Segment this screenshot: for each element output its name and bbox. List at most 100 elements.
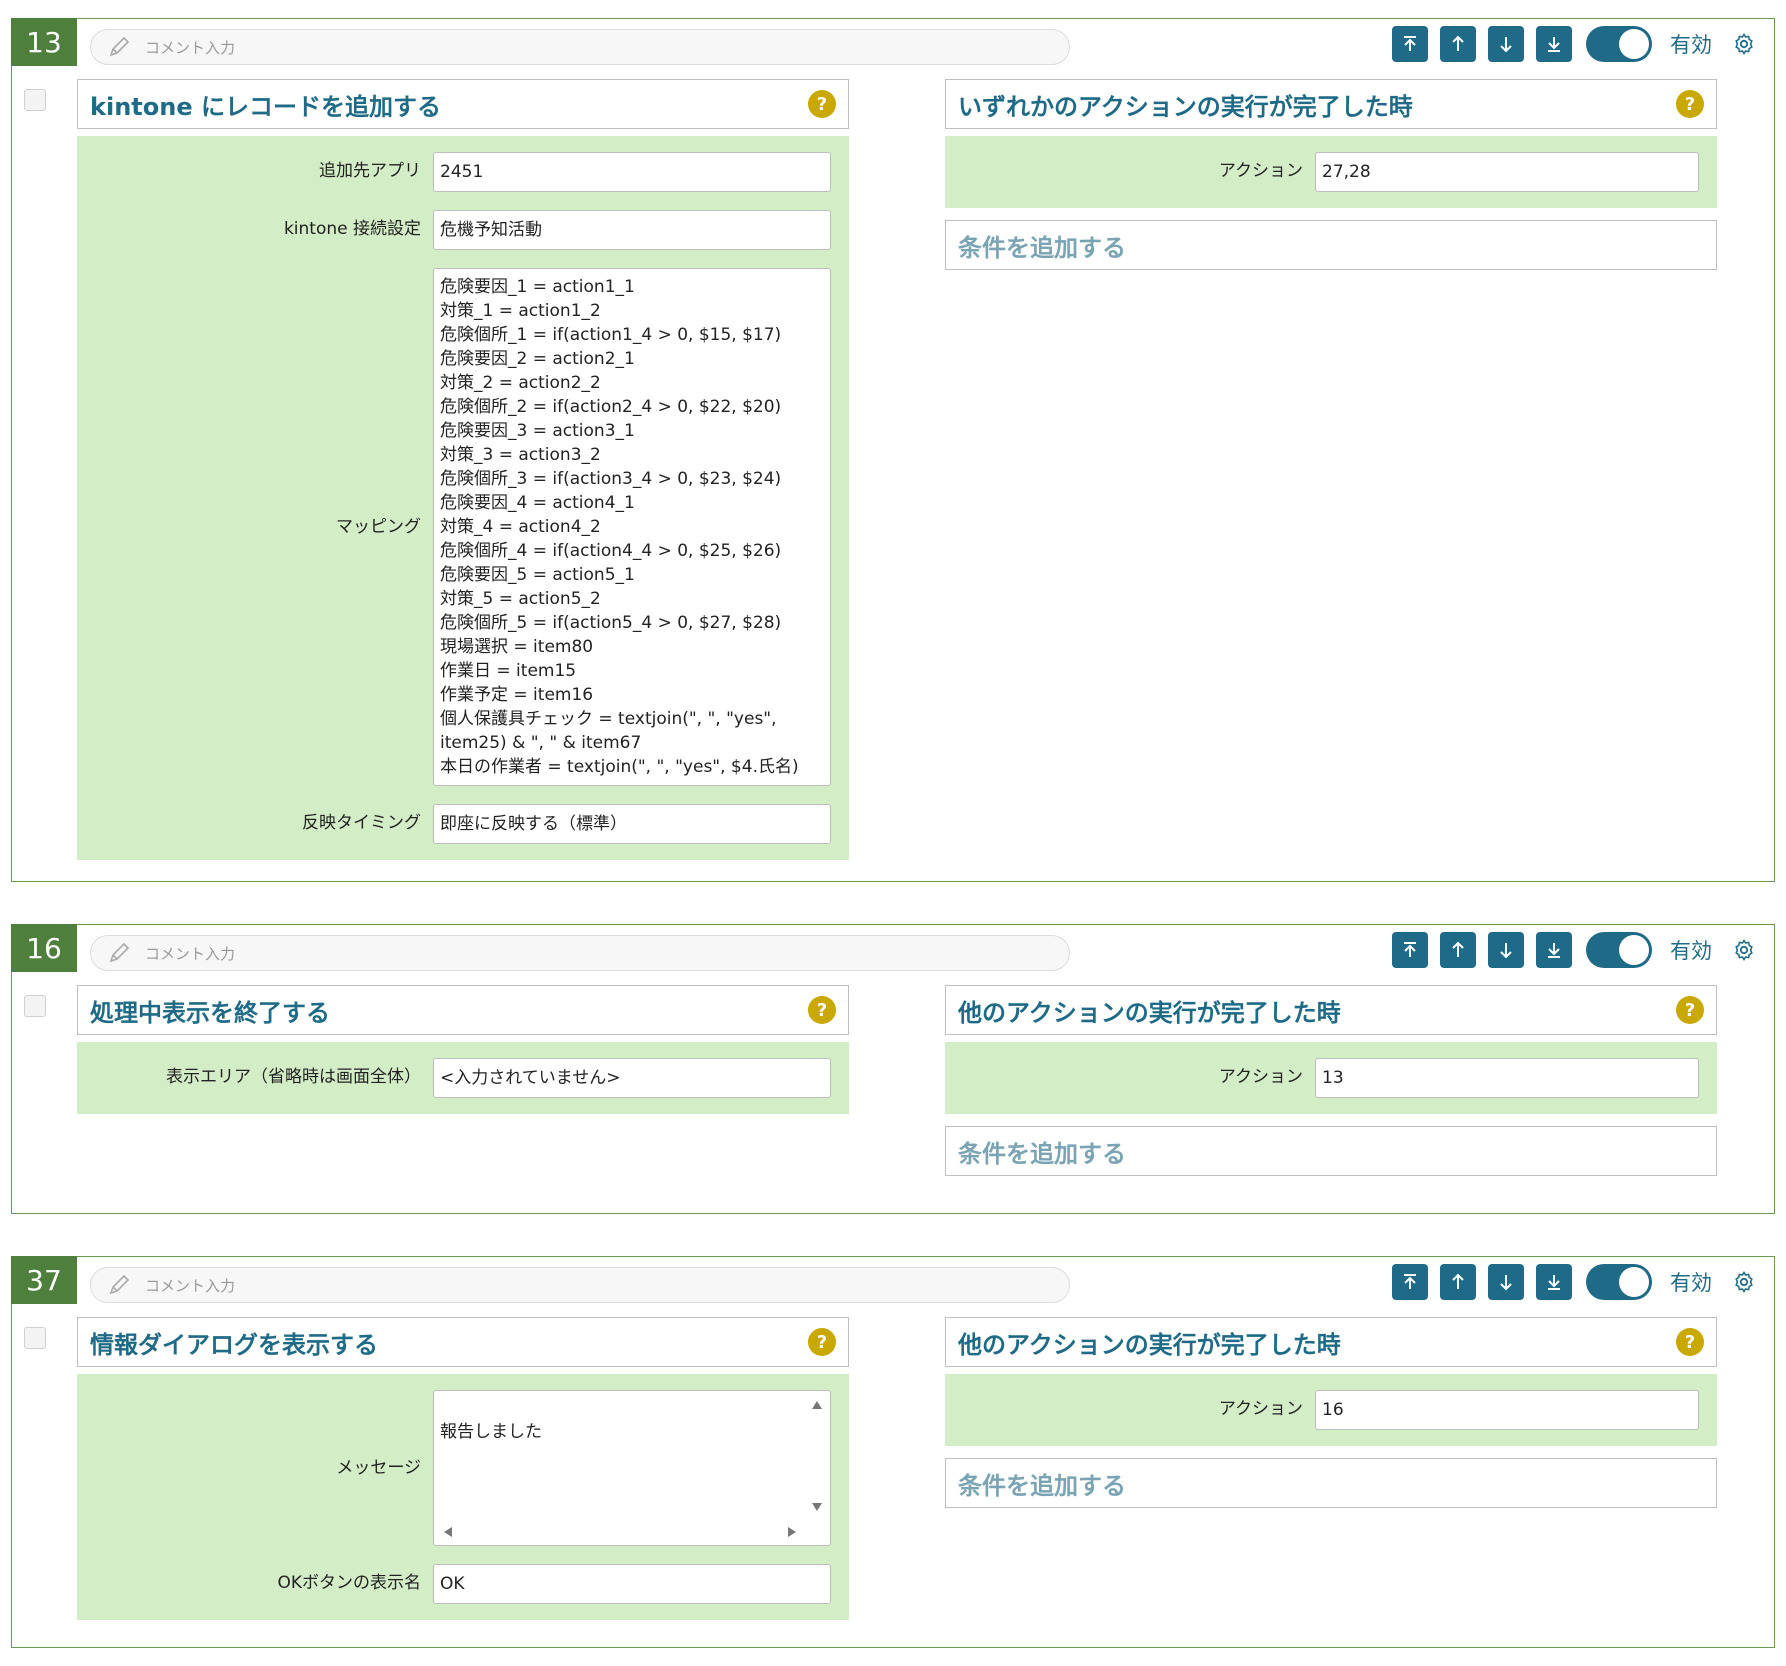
pencil-icon [109, 36, 130, 57]
action-header[interactable]: 情報ダイアログを表示する ? [77, 1317, 849, 1367]
add-condition-button[interactable]: 条件を追加する [945, 1458, 1717, 1508]
move-top-button[interactable] [1392, 26, 1428, 62]
enabled-toggle[interactable] [1586, 26, 1652, 62]
pencil-icon [109, 1274, 130, 1295]
field-row-message: メッセージ 報告しました [77, 1390, 831, 1546]
move-top-button[interactable] [1392, 932, 1428, 968]
arrow-top-icon [1404, 942, 1416, 957]
field-row-area: 表示エリア（省略時は画面全体） <入力されていません> [77, 1058, 831, 1098]
timing-select[interactable]: 即座に反映する（標準） [433, 804, 831, 844]
arrow-down-icon [1500, 943, 1512, 959]
trigger-header[interactable]: いずれかのアクションの実行が完了した時 ? [945, 79, 1717, 129]
field-label: 表示エリア（省略時は画面全体） [166, 1067, 421, 1087]
help-icon[interactable]: ? [808, 996, 836, 1024]
comment-placeholder: コメント入力 [145, 1276, 236, 1295]
arrow-up-icon [1452, 941, 1464, 957]
field-row-connection: kintone 接続設定 危機予知活動 [77, 210, 831, 250]
action-title: 処理中表示を終了する [90, 998, 330, 1027]
trigger-action-field[interactable]: 13 [1315, 1058, 1699, 1098]
help-icon[interactable]: ? [808, 1328, 836, 1356]
trigger-settings: アクション 27,28 [945, 136, 1717, 208]
move-up-button[interactable] [1440, 1264, 1476, 1300]
help-icon[interactable]: ? [1676, 1328, 1704, 1356]
field-label: OKボタンの表示名 [277, 1573, 421, 1593]
select-checkbox[interactable] [24, 1327, 46, 1349]
trigger-header[interactable]: 他のアクションの実行が完了した時 ? [945, 985, 1717, 1035]
move-bottom-button[interactable] [1536, 932, 1572, 968]
block-controls: 有効 [1392, 932, 1756, 968]
help-icon[interactable]: ? [808, 90, 836, 118]
trigger-panel: いずれかのアクションの実行が完了した時 ? アクション 27,28 条件を追加す… [945, 79, 1717, 270]
gear-icon[interactable] [1732, 938, 1756, 962]
move-top-button[interactable] [1392, 1264, 1428, 1300]
field-row-target-app: 追加先アプリ 2451 [77, 152, 831, 192]
trigger-action-field[interactable]: 27,28 [1315, 152, 1699, 192]
help-icon[interactable]: ? [1676, 90, 1704, 118]
trigger-header[interactable]: 他のアクションの実行が完了した時 ? [945, 1317, 1717, 1367]
field-row-mapping: マッピング 危険要因_1 = action1_1 対策_1 = action1_… [77, 268, 831, 786]
move-bottom-button[interactable] [1536, 26, 1572, 62]
action-panel: 情報ダイアログを表示する ? メッセージ 報告しました OKボタンの表示名 OK [77, 1317, 849, 1620]
display-area-field[interactable]: <入力されていません> [433, 1058, 831, 1098]
move-down-button[interactable] [1488, 26, 1524, 62]
trigger-action-field[interactable]: 16 [1315, 1390, 1699, 1430]
trigger-title: 他のアクションの実行が完了した時 [958, 998, 1341, 1027]
move-bottom-button[interactable] [1536, 1264, 1572, 1300]
enabled-toggle[interactable] [1586, 932, 1652, 968]
gear-icon[interactable] [1732, 1270, 1756, 1294]
comment-input[interactable]: コメント入力 [90, 935, 1070, 971]
enabled-label: 有効 [1670, 939, 1712, 963]
arrow-bottom-icon [1548, 37, 1560, 52]
mapping-textarea[interactable]: 危険要因_1 = action1_1 対策_1 = action1_2 危険個所… [433, 268, 831, 786]
scroll-right-arrow[interactable] [788, 1527, 796, 1537]
target-app-field[interactable]: 2451 [433, 152, 831, 192]
move-up-button[interactable] [1440, 26, 1476, 62]
action-title: 情報ダイアログを表示する [90, 1330, 378, 1359]
gear-icon[interactable] [1732, 32, 1756, 56]
scroll-left-arrow[interactable] [444, 1527, 452, 1537]
scroll-up-arrow[interactable] [812, 1401, 822, 1409]
add-condition-button[interactable]: 条件を追加する [945, 1126, 1717, 1176]
enabled-label: 有効 [1670, 33, 1712, 57]
comment-input[interactable]: コメント入力 [90, 29, 1070, 65]
toggle-knob [1619, 29, 1649, 59]
rule-number: 37 [11, 1256, 77, 1304]
block-controls: 有効 [1392, 26, 1756, 62]
enabled-toggle[interactable] [1586, 1264, 1652, 1300]
field-label: 反映タイミング [302, 813, 421, 833]
arrow-bottom-icon [1548, 943, 1560, 958]
action-header[interactable]: 処理中表示を終了する ? [77, 985, 849, 1035]
field-label: アクション [1218, 1399, 1303, 1419]
help-icon[interactable]: ? [1676, 996, 1704, 1024]
select-checkbox[interactable] [24, 89, 46, 111]
field-label: メッセージ [336, 1458, 421, 1478]
ok-label-field[interactable]: OK [433, 1564, 831, 1604]
move-down-button[interactable] [1488, 932, 1524, 968]
move-up-button[interactable] [1440, 932, 1476, 968]
comment-input[interactable]: コメント入力 [90, 1267, 1070, 1303]
field-label: マッピング [336, 517, 421, 537]
comment-placeholder: コメント入力 [145, 38, 236, 57]
add-condition-button[interactable]: 条件を追加する [945, 220, 1717, 270]
field-label: 追加先アプリ [319, 161, 421, 181]
field-row-timing: 反映タイミング 即座に反映する（標準） [77, 804, 831, 844]
rule-block-16: 16 コメント入力 有効 処理中表示を終了する ? 表示エリア（省略時は画面全体… [11, 924, 1775, 1214]
select-checkbox[interactable] [24, 995, 46, 1017]
trigger-panel: 他のアクションの実行が完了した時 ? アクション 13 条件を追加する [945, 985, 1717, 1176]
toggle-knob [1619, 1267, 1649, 1297]
action-settings: 追加先アプリ 2451 kintone 接続設定 危機予知活動 マッピング 危険… [77, 136, 849, 860]
trigger-title: いずれかのアクションの実行が完了した時 [958, 92, 1413, 121]
field-label: アクション [1218, 1067, 1303, 1087]
arrow-down-icon [1500, 37, 1512, 53]
field-row-ok-label: OKボタンの表示名 OK [77, 1564, 831, 1604]
arrow-down-icon [1500, 1275, 1512, 1291]
message-textarea[interactable]: 報告しました [433, 1390, 831, 1546]
action-panel: kintone にレコードを追加する ? 追加先アプリ 2451 kintone… [77, 79, 849, 860]
enabled-label: 有効 [1670, 1271, 1712, 1295]
arrow-up-icon [1452, 35, 1464, 51]
scroll-down-arrow[interactable] [812, 1503, 822, 1511]
arrow-up-icon [1452, 1273, 1464, 1289]
action-header[interactable]: kintone にレコードを追加する ? [77, 79, 849, 129]
connection-field[interactable]: 危機予知活動 [433, 210, 831, 250]
move-down-button[interactable] [1488, 1264, 1524, 1300]
